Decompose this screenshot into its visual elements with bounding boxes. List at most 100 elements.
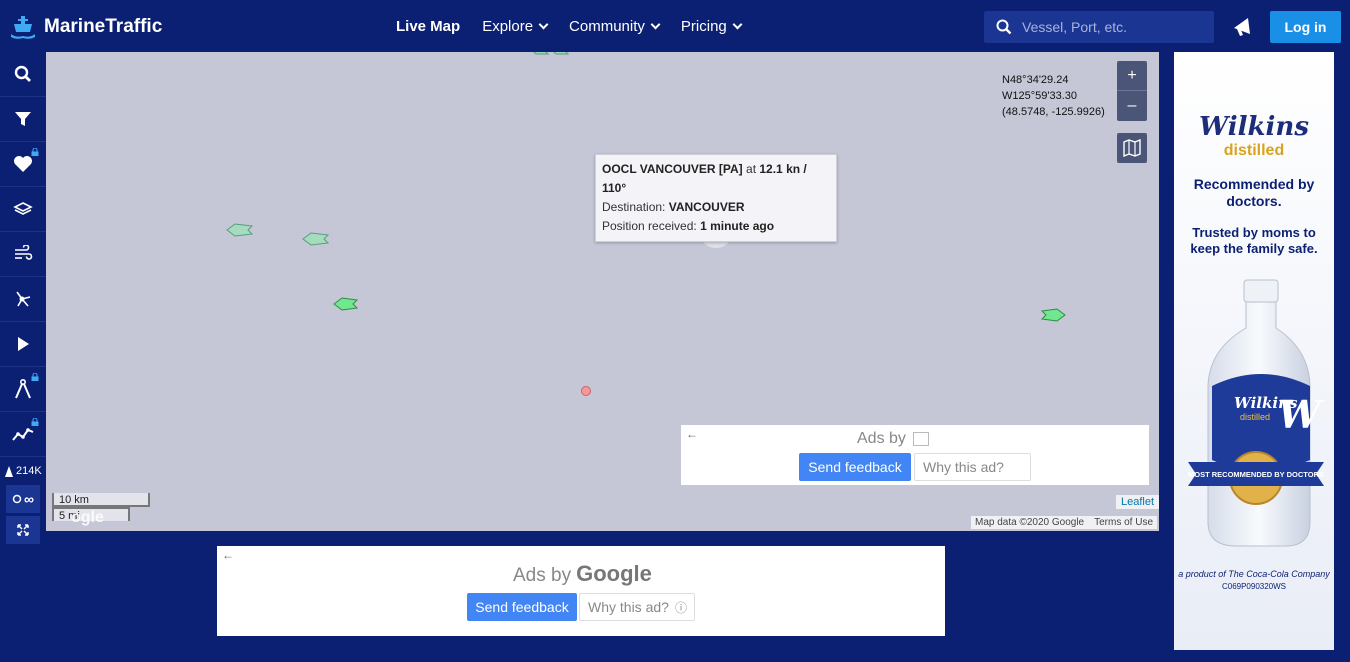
main-nav: Live Map Explore Community Pricing [396,0,743,52]
cursor-coordinates: N48°34'29.24 W125°59'33.30 (48.5748, -12… [1002,72,1105,120]
nav-pricing[interactable]: Pricing [680,17,743,35]
nav-explore-label: Explore [482,17,534,35]
boat-icon [5,465,13,477]
ads-by-label: Ads by [513,565,572,586]
chevron-down-icon [538,19,549,29]
ads-by-google: Ads by Google [513,561,652,587]
nav-explore[interactable]: Explore [482,17,549,35]
live-map[interactable]: OOCL VANCOUVER [PA] at 12.1 kn / 110° De… [46,52,1159,531]
fullscreen-icon [17,524,29,536]
vessel-marker[interactable] [333,297,359,311]
lock-icon [31,148,39,156]
top-navbar: MarineTraffic Live Map Explore Community… [0,0,1350,52]
latitude-text: N48°34'29.24 [1002,74,1069,86]
lock-icon [31,373,39,381]
sidebar-weather-button[interactable] [0,232,46,277]
send-feedback-button[interactable]: Send feedback [799,453,911,481]
sidebar-favorites-button[interactable] [0,142,46,187]
terms-link[interactable]: Terms of Use [1094,517,1153,528]
vessel-marker[interactable] [302,232,330,246]
tooltip-vessel-name: OOCL VANCOUVER [PA] [602,162,743,176]
logo[interactable]: MarineTraffic [8,12,162,42]
nav-live-map-label: Live Map [396,17,461,35]
zoom-control: + – [1117,61,1147,121]
vessel-count-value: 214K [16,465,42,477]
vessel-marker[interactable] [580,385,592,397]
why-this-ad-button[interactable]: Why this ad? [914,453,1031,481]
line-chart-icon [12,428,34,441]
ads-by-label: Ads by [857,430,906,447]
info-icon: ⓘ [674,600,687,615]
ad-back-arrow[interactable]: ← [222,548,234,562]
footer-strip [0,650,1350,662]
search-box[interactable] [984,11,1214,43]
lock-icon [31,418,39,426]
vessel-tooltip: OOCL VANCOUVER [PA] at 12.1 kn / 110° De… [595,154,837,242]
tooltip-at: at [746,162,757,176]
nav-pricing-label: Pricing [680,17,727,35]
sidebar-layers-button[interactable] [0,187,46,232]
tooltip-position-label: Position received: [602,219,697,233]
tooltip-destination-label: Destination: [602,200,666,214]
tooltip-line-position: Position received: 1 minute ago [602,217,830,236]
search-icon [14,65,31,82]
sidebar-filter-button[interactable] [0,97,46,142]
right-skyscraper-ad[interactable]: Wilkins distilled Recommended by doctors… [1174,52,1334,650]
infinity-label: ∞ [24,491,34,507]
ad-headline: Recommended by doctors. [1193,176,1315,209]
login-button[interactable]: Log in [1270,11,1341,43]
left-toolbar: 214K ∞ [0,52,46,547]
nav-live-map[interactable]: Live Map [396,18,460,35]
sidebar-playback-button[interactable] [0,322,46,367]
decimal-coords-text: (48.5748, -125.9926) [1002,106,1105,118]
tooltip-line-vessel: OOCL VANCOUVER [PA] at 12.1 kn / 110° [602,160,830,198]
refresh-icon [12,494,22,504]
sidebar-routes-button[interactable] [0,277,46,322]
bottle-w-logo: W [1278,392,1324,437]
zoom-out-button[interactable]: – [1117,91,1147,121]
fullscreen-button[interactable] [6,516,40,544]
vessel-marker[interactable] [1040,308,1066,322]
ship-logo-icon [11,16,35,39]
broken-image-icon [913,432,929,446]
bottle-sub-text: distilled [1240,412,1270,422]
nav-community-label: Community [569,17,645,35]
search-input[interactable] [1022,19,1202,35]
ad-brand-name: Wilkins [1199,112,1309,142]
chevron-down-icon [732,19,743,29]
water-bottle-image: Wilkins distilled W MOST RECOMMENDED BY … [1188,279,1324,547]
vessel-marker[interactable] [226,223,254,237]
compass-icon [15,378,31,399]
leaflet-link[interactable]: Leaflet [1116,495,1159,509]
why-this-ad-label: Why this ad? [588,599,669,615]
logo-text: MarineTraffic [44,16,163,37]
tooltip-position: 1 minute ago [700,219,775,233]
map-ad-banner: ← Ads by Send feedback Why this ad? [681,425,1149,485]
ad-brand-sub: distilled [1223,142,1285,159]
nav-community[interactable]: Community [569,17,661,35]
vessel-marker[interactable] [530,52,572,58]
network-icon [16,291,31,307]
ad-product-of: a product of The Coca-Cola Company [1178,569,1330,579]
sidebar-measure-button[interactable] [0,367,46,412]
wind-icon [15,245,33,260]
chevron-down-icon [650,19,661,29]
badge-text: MOST RECOMMENDED BY DOCTORS [1188,470,1324,479]
layers-icon [13,202,33,215]
google-wordmark: Google [576,561,652,586]
scale-km: 10 km [52,493,150,507]
send-feedback-button[interactable]: Send feedback [467,593,577,621]
map-icon [1123,139,1141,157]
ad-back-arrow[interactable]: ← [686,427,698,441]
why-this-ad-button[interactable]: Why this ad? ⓘ [579,593,695,621]
bottom-ad-banner: ← Ads by Google Send feedback Why this a… [217,546,945,636]
sidebar-analytics-button[interactable] [0,412,46,457]
map-data-text: Map data ©2020 Google [975,517,1085,528]
tooltip-line-destination: Destination: VANCOUVER [602,198,830,217]
heart-icon [14,156,32,172]
megaphone-icon[interactable] [1230,14,1256,40]
zoom-in-button[interactable]: + [1117,61,1147,91]
sidebar-search-button[interactable] [0,52,46,97]
map-type-button[interactable] [1117,133,1147,163]
infinity-toggle[interactable]: ∞ [6,485,40,513]
